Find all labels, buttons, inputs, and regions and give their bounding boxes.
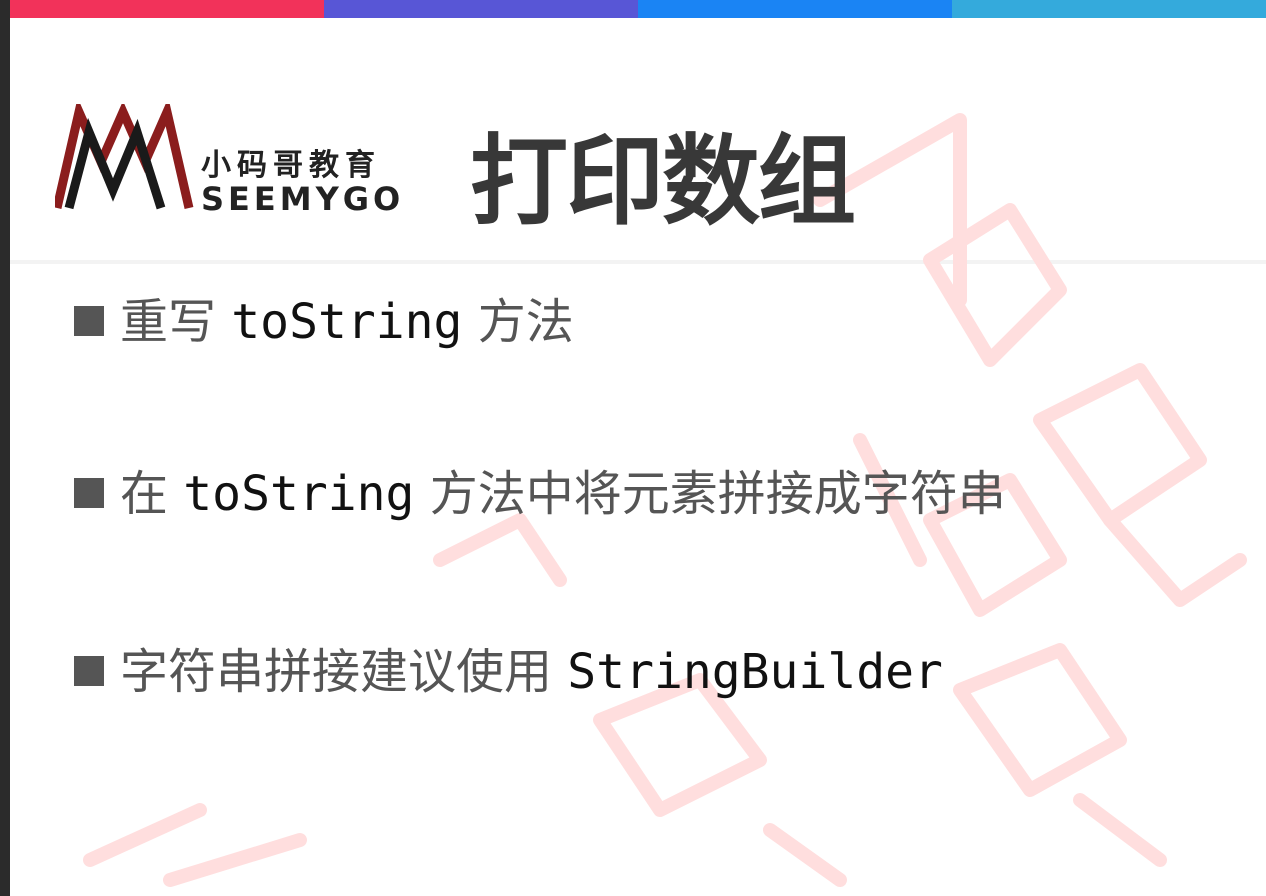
- slide-title: 打印数组: [470, 125, 856, 239]
- bullet-code: toString: [183, 466, 415, 522]
- square-bullet-icon: [74, 306, 104, 336]
- logo-mark-icon: [52, 97, 194, 210]
- logo-english-text: SEEMYGO: [201, 180, 405, 218]
- stripe-red: [10, 0, 324, 18]
- bullet-code: StringBuilder: [567, 644, 943, 700]
- bullet-code: toString: [231, 294, 463, 350]
- logo-chinese-text: 小码哥教育: [201, 148, 381, 183]
- stripe-teal: [952, 0, 1266, 18]
- square-bullet-icon: [74, 478, 104, 508]
- bullet-text: 在: [120, 466, 184, 522]
- bullet-item: 在 toString 方法中将元素拼接成字符串: [74, 462, 1006, 526]
- stripe-purple: [324, 0, 638, 18]
- stripe-blue: [638, 0, 952, 18]
- bullet-text: 方法: [462, 294, 574, 350]
- header-divider: [10, 260, 1266, 264]
- bullet-text: 字符串拼接建议使用: [120, 644, 568, 700]
- seemygo-logo: 小码哥教育 SEEMYGO: [52, 97, 405, 218]
- bullet-text: 方法中将元素拼接成字符串: [414, 466, 1006, 522]
- window-left-edge: [0, 0, 10, 896]
- color-stripe: [10, 0, 1266, 18]
- square-bullet-icon: [74, 656, 104, 686]
- bullet-text: 重写: [120, 294, 232, 350]
- bullet-item: 重写 toString 方法: [74, 290, 574, 354]
- bullet-item: 字符串拼接建议使用 StringBuilder: [74, 640, 943, 704]
